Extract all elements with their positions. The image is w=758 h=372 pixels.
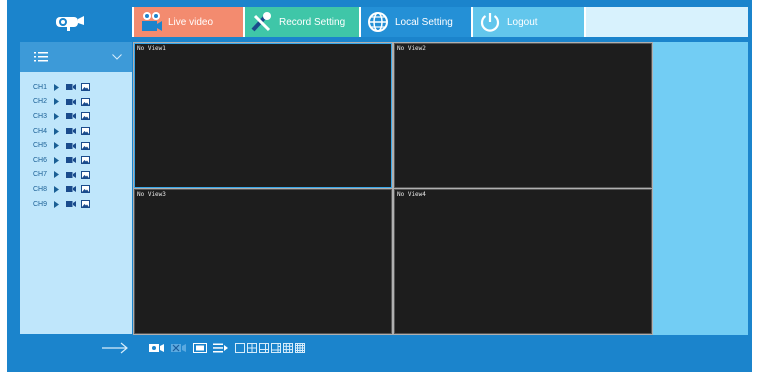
snapshot-image-icon[interactable]	[81, 156, 93, 165]
channel-row[interactable]: CH3	[20, 109, 132, 124]
layout-16-icon[interactable]	[295, 343, 305, 353]
tab-local-setting[interactable]: Local Setting	[361, 7, 471, 37]
fullscreen-icon[interactable]	[193, 343, 207, 353]
view-pane-2[interactable]: No View2	[394, 43, 652, 188]
view-pane-3[interactable]: No View3	[134, 189, 392, 334]
video-camera-icon[interactable]	[66, 113, 81, 120]
layout-9-icon[interactable]	[283, 343, 293, 353]
channel-label: CH1	[32, 83, 47, 91]
playlist-icon[interactable]	[213, 343, 229, 353]
view-label: No View1	[137, 45, 166, 52]
nav-spacer	[586, 7, 748, 37]
channel-label: CH7	[32, 171, 47, 179]
tab-logout-label: Logout	[507, 16, 538, 28]
tab-record-setting-label: Record Setting	[279, 16, 346, 28]
channel-label: CH2	[32, 98, 47, 106]
channel-sidebar: CH1 CH2 CH3 CH4 CH5 CH6 CH7 CH8 CH9	[20, 42, 132, 334]
channel-label: CH6	[32, 156, 47, 164]
channel-label: CH9	[32, 200, 47, 208]
video-camera-icon[interactable]	[66, 142, 81, 149]
list-menu-icon[interactable]	[34, 52, 48, 62]
channel-label: CH3	[32, 112, 47, 120]
video-camera-icon[interactable]	[66, 186, 81, 193]
channel-row[interactable]: CH2	[20, 95, 132, 110]
view-label: No View3	[137, 191, 166, 198]
video-camera-icon[interactable]	[66, 157, 81, 164]
play-icon[interactable]	[54, 185, 66, 193]
video-camera-icon[interactable]	[66, 98, 81, 105]
play-icon[interactable]	[54, 200, 66, 208]
snapshot-image-icon[interactable]	[81, 112, 93, 121]
channel-row[interactable]: CH8	[20, 182, 132, 197]
play-icon[interactable]	[54, 98, 66, 106]
channel-label: CH5	[32, 142, 47, 150]
snapshot-image-icon[interactable]	[81, 127, 93, 136]
video-camera-icon[interactable]	[66, 128, 81, 135]
video-camera-icon[interactable]	[66, 201, 81, 208]
play-icon[interactable]	[54, 171, 66, 179]
record-all-icon[interactable]	[149, 343, 165, 353]
play-icon[interactable]	[54, 112, 66, 120]
video-camera-icon	[134, 11, 168, 33]
channel-row[interactable]: CH4	[20, 124, 132, 139]
layout-6-icon[interactable]	[259, 343, 269, 353]
sidebar-header	[20, 42, 132, 72]
view-grid: No View1 No View2 No View3 No View4	[133, 42, 653, 335]
arrow-right-icon[interactable]	[101, 342, 129, 354]
channel-row[interactable]: CH1	[20, 80, 132, 95]
play-icon[interactable]	[54, 156, 66, 164]
play-icon[interactable]	[54, 142, 66, 150]
right-panel	[653, 42, 748, 335]
channel-list: CH1 CH2 CH3 CH4 CH5 CH6 CH7 CH8 CH9	[20, 80, 132, 211]
video-camera-icon[interactable]	[66, 84, 81, 91]
tab-record-setting[interactable]: Record Setting	[245, 7, 359, 37]
play-icon[interactable]	[54, 83, 66, 91]
chevron-down-icon[interactable]	[112, 54, 122, 60]
channel-row[interactable]: CH5	[20, 138, 132, 153]
power-icon	[473, 11, 507, 33]
tab-local-setting-label: Local Setting	[395, 16, 453, 28]
channel-row[interactable]: CH9	[20, 197, 132, 212]
channel-label: CH8	[32, 185, 47, 193]
play-icon[interactable]	[54, 127, 66, 135]
tools-icon	[245, 11, 279, 33]
stop-record-icon[interactable]	[171, 343, 187, 353]
logo	[7, 7, 132, 37]
layout-8-icon[interactable]	[271, 343, 281, 353]
bottom-toolbar	[7, 335, 748, 361]
view-pane-1[interactable]: No View1	[134, 43, 392, 188]
layout-1-icon[interactable]	[235, 343, 245, 353]
channel-label: CH4	[32, 127, 47, 135]
layout-4-icon[interactable]	[247, 343, 257, 353]
globe-icon	[361, 11, 395, 33]
tab-live-video-label: Live video	[168, 16, 214, 28]
camera-logo-icon	[55, 16, 84, 31]
tab-live-video[interactable]: Live video	[134, 7, 243, 37]
view-label: No View2	[397, 45, 426, 52]
snapshot-image-icon[interactable]	[81, 200, 93, 209]
snapshot-image-icon[interactable]	[81, 141, 93, 150]
view-pane-4[interactable]: No View4	[394, 189, 652, 334]
video-camera-icon[interactable]	[66, 171, 81, 178]
view-label: No View4	[397, 191, 426, 198]
snapshot-image-icon[interactable]	[81, 83, 93, 92]
snapshot-image-icon[interactable]	[81, 170, 93, 179]
channel-row[interactable]: CH6	[20, 153, 132, 168]
channel-row[interactable]: CH7	[20, 168, 132, 183]
snapshot-image-icon[interactable]	[81, 97, 93, 106]
snapshot-image-icon[interactable]	[81, 185, 93, 194]
tab-logout[interactable]: Logout	[473, 7, 584, 37]
